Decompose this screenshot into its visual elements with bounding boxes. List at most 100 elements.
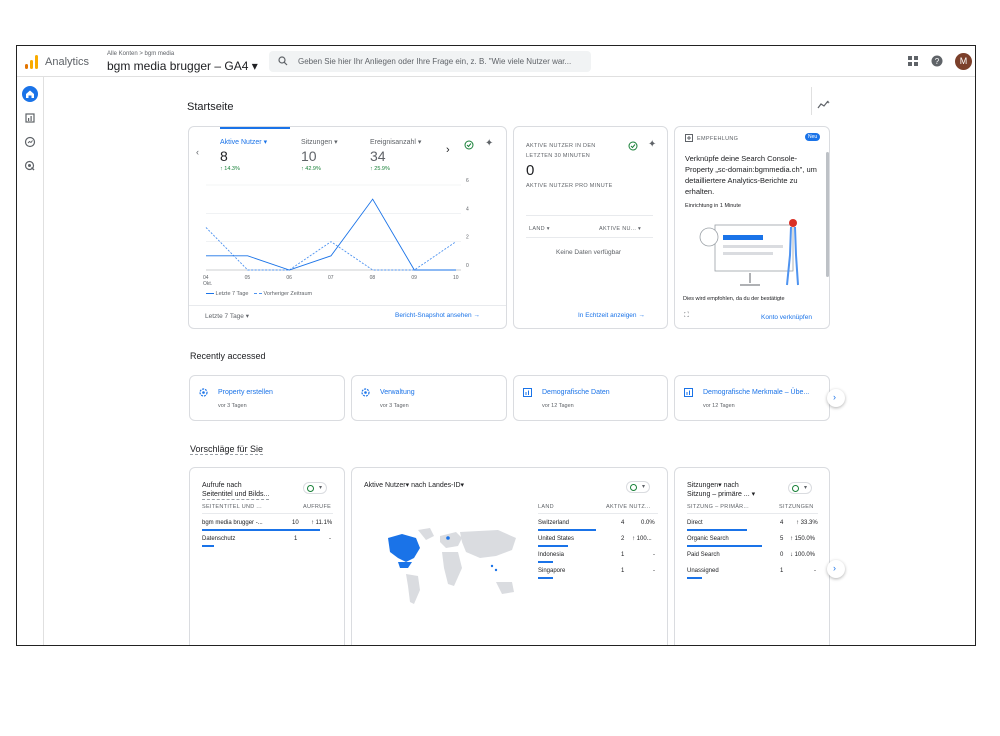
x-tick-label: 06 <box>286 275 292 281</box>
recent-item[interactable]: Verwaltung vor 3 Tagen <box>351 375 507 421</box>
divider <box>202 513 333 514</box>
check-circle-icon[interactable] <box>464 140 474 150</box>
col-country[interactable]: LAND ▾ <box>529 226 550 232</box>
legend-item-previous: Vorheriger Zeitraum <box>263 291 313 297</box>
suggestions-next-button[interactable]: › <box>827 560 845 578</box>
y-tick-label: 4 <box>466 206 469 212</box>
recent-item[interactable]: Property erstellen vor 3 Tagen <box>189 375 345 421</box>
realtime-link[interactable]: In Echtzeit anzeigen → <box>578 312 645 319</box>
line-chart: 642004 05 06 07 08 09 10Okt. <box>203 178 469 287</box>
row-value: 1 <box>294 536 298 542</box>
row-change: - <box>653 568 655 574</box>
row-name: Paid Search <box>687 552 720 558</box>
row-change: - <box>653 552 655 558</box>
row-bar <box>538 577 553 579</box>
recent-item[interactable]: Demografische Merkmale – Übe... vor 12 T… <box>674 375 830 421</box>
row-value: 4 <box>621 520 625 526</box>
metric-value: 34 <box>370 148 386 164</box>
metric-change: ↑ 25.9% <box>370 166 390 172</box>
row-name: bgm media brugger -... <box>202 520 263 526</box>
map-card-title[interactable]: Aktive Nutzer▾ nach Landes-ID▾ <box>364 481 464 489</box>
check-dropdown[interactable]: ▾ <box>303 482 327 494</box>
recent-item-label: Demografische Merkmale – Übe... <box>703 389 810 396</box>
search-bar[interactable]: Geben Sie hier Ihr Anliegen oder Ihre Fr… <box>269 51 591 72</box>
row-change: - <box>329 536 331 542</box>
x-tick-label: 07 <box>328 275 334 281</box>
property-selector[interactable]: bgm media brugger – GA4 ▾ <box>107 59 258 73</box>
divider <box>526 237 653 238</box>
row-name: Organic Search <box>687 536 729 542</box>
sparkle-icon[interactable]: ✦ <box>648 139 656 150</box>
advertising-icon[interactable] <box>22 158 38 174</box>
row-bar <box>687 577 702 579</box>
breadcrumb[interactable]: Alle Konten > bgm media <box>107 51 174 57</box>
scrollbar[interactable] <box>826 152 829 277</box>
check-circle-icon <box>792 485 799 492</box>
analytics-logo-icon[interactable] <box>25 55 39 69</box>
search-placeholder: Geben Sie hier Ihr Anliegen oder Ihre Fr… <box>298 57 572 66</box>
left-nav <box>17 77 44 645</box>
chevron-down-icon: ▾ <box>642 484 646 490</box>
recent-item-time: vor 3 Tagen <box>218 403 247 409</box>
metric-label: Ereignisanzahl ▾ <box>370 139 422 146</box>
report-icon <box>523 388 532 397</box>
chevron-right-icon: › <box>833 563 836 573</box>
recommendation-text: Verknüpfe deine Search Console-Property … <box>685 154 817 196</box>
explore-icon[interactable] <box>22 134 38 150</box>
check-circle-icon <box>630 484 637 491</box>
metric-value: 10 <box>301 148 317 164</box>
metric-change: ↑ 14.3% <box>220 166 240 172</box>
row-bar <box>538 545 568 547</box>
col-active-users[interactable]: AKTIVE NU... ▾ <box>599 226 641 232</box>
recent-item-label: Demografische Daten <box>542 389 610 396</box>
link-account-button[interactable]: Konto verknüpfen <box>761 314 812 321</box>
insights-icon[interactable]: ✦ <box>817 99 830 110</box>
metric-tab-active-users[interactable]: Aktive Nutzer ▾ 8 ↑ 14.3% <box>220 138 267 172</box>
recent-next-button[interactable]: › <box>827 389 845 407</box>
check-dropdown[interactable]: ▾ <box>788 482 812 494</box>
check-dropdown[interactable]: ▾ <box>626 481 650 493</box>
chevron-right-icon: › <box>833 392 836 402</box>
row-value: 4 <box>780 520 784 526</box>
metric-tab-sessions[interactable]: Sitzungen ▾ 10 ↑ 42.9% <box>301 138 338 172</box>
row-bar <box>202 545 214 547</box>
expand-icon[interactable]: ⛶ <box>684 312 689 320</box>
add-box-icon <box>685 134 693 142</box>
reports-icon[interactable] <box>22 110 38 126</box>
metric-tab-events[interactable]: Ereignisanzahl ▾ 34 ↑ 25.9% <box>370 138 421 172</box>
help-icon[interactable]: ? <box>931 55 943 67</box>
pages-card-title[interactable]: Aufrufe nach Seitentitel und Bilds... <box>202 481 270 500</box>
avatar[interactable]: M <box>955 53 972 70</box>
sessions-card-title[interactable]: Sitzungen▾ nach Sitzung – primäre ... ▾ <box>687 481 755 499</box>
recommendation-illustration <box>699 219 799 286</box>
col-channel: SITZUNG – PRIMÄR... <box>687 504 749 510</box>
snapshot-link[interactable]: Bericht-Snapshot ansehen → <box>395 312 480 319</box>
overview-card: ‹ Aktive Nutzer ▾ 8 ↑ 14.3% Sitzungen ▾ … <box>188 126 507 329</box>
recommendation-tag: EMPFEHLUNG <box>697 136 739 142</box>
row-value: 5 <box>780 536 784 542</box>
realtime-value: 0 <box>526 162 535 179</box>
apps-grid-icon[interactable] <box>907 55 919 67</box>
chevron-down-icon: ▾ <box>319 485 323 491</box>
row-name: United States <box>538 536 575 542</box>
chevron-right-icon[interactable]: › <box>446 144 450 156</box>
x-tick-label: 10 <box>453 275 459 281</box>
recent-item[interactable]: Demografische Daten vor 12 Tagen <box>513 375 668 421</box>
sparkle-icon[interactable]: ✦ <box>485 138 493 149</box>
chevron-left-icon[interactable]: ‹ <box>196 147 199 157</box>
date-range-selector[interactable]: Letzte 7 Tage ▾ <box>205 312 249 320</box>
check-circle-icon[interactable] <box>628 141 638 151</box>
row-change: ↑ 100... <box>632 536 652 542</box>
world-map <box>388 528 516 604</box>
check-circle-icon <box>307 485 314 492</box>
home-icon[interactable] <box>22 86 38 102</box>
x-tick-label: 05 <box>245 275 251 281</box>
divider <box>687 513 818 514</box>
col-country: LAND <box>538 504 554 510</box>
pages-card: Aufrufe nach Seitentitel und Bilds... ▾ … <box>189 467 345 645</box>
legend-item-current: Letzte 7 Tage <box>215 291 249 297</box>
series-line-previous <box>205 227 457 271</box>
x-tick-label: 09 <box>411 275 417 281</box>
gear-icon <box>199 388 208 397</box>
title-line: Aufrufe nach <box>202 482 242 489</box>
